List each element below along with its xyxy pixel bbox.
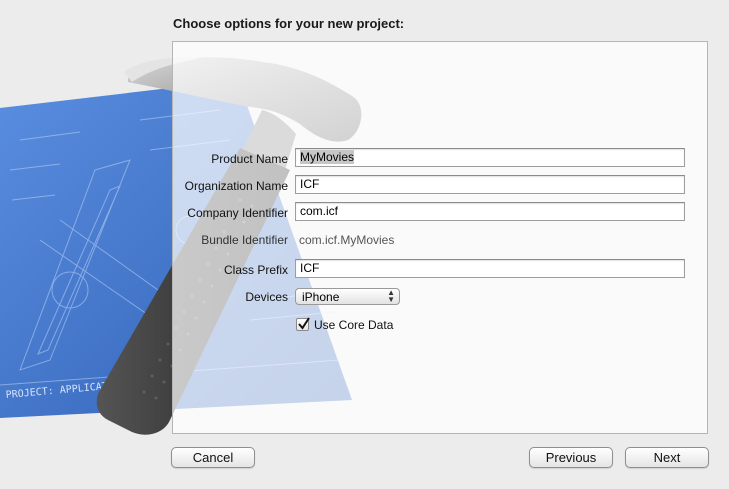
organization-name-label: Organization Name — [184, 179, 288, 193]
cancel-button[interactable]: Cancel — [171, 447, 255, 468]
class-prefix-label: Class Prefix — [223, 263, 288, 277]
devices-select[interactable]: iPhone ▲ ▼ — [295, 288, 400, 305]
devices-selected-value: iPhone — [302, 290, 340, 304]
devices-label: Devices — [245, 290, 288, 304]
new-project-dialog: PROJECT: APPLICATION.APP Choose options … — [0, 0, 729, 489]
organization-name-field[interactable]: ICF — [295, 175, 685, 194]
use-core-data-checkbox[interactable] — [296, 317, 310, 331]
dialog-title: Choose options for your new project: — [173, 16, 405, 31]
use-core-data-label[interactable]: Use Core Data — [314, 318, 393, 332]
bundle-identifier-value: com.icf.MyMovies — [299, 233, 395, 247]
company-identifier-field[interactable]: com.icf — [295, 202, 685, 221]
product-name-label: Product Name — [211, 152, 288, 166]
previous-button[interactable]: Previous — [529, 447, 613, 468]
company-identifier-label: Company Identifier — [187, 206, 288, 220]
updown-arrows-icon: ▲ ▼ — [387, 288, 395, 304]
checkmark-icon — [298, 317, 310, 330]
product-name-value: MyMovies — [300, 150, 355, 164]
bundle-identifier-label: Bundle Identifier — [201, 233, 288, 247]
class-prefix-field[interactable]: ICF — [295, 259, 685, 278]
next-button[interactable]: Next — [625, 447, 709, 468]
product-name-field[interactable]: MyMovies — [295, 148, 685, 167]
